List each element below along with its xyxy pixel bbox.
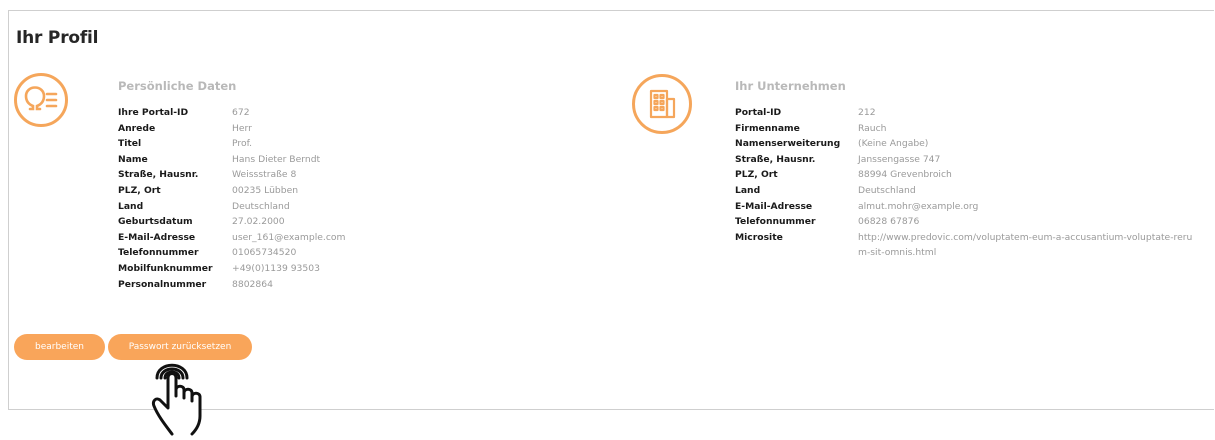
field-label: Name <box>118 153 148 165</box>
field-label: E-Mail-Adresse <box>735 200 813 212</box>
field-value: Herr <box>232 122 252 134</box>
field-value: 212 <box>858 107 876 118</box>
company-section-title: Ihr Unternehmen <box>735 79 846 93</box>
field-value: Rauch <box>858 122 887 134</box>
field-row: Straße, Hausnr. Janssengasse 747 <box>735 152 1198 168</box>
field-value: Weissstraße 8 <box>232 169 297 181</box>
field-row: Microsite http://www.predovic.com/volupta… <box>735 230 1198 261</box>
field-row: E-Mail-Adresse almut.mohr@example.org <box>735 199 1198 215</box>
field-row: PLZ, Ort 88994 Grevenbroich <box>735 167 1198 183</box>
field-row: Ihre Portal-ID 672 <box>118 105 345 121</box>
field-value: 8802864 <box>232 278 273 290</box>
field-value: Deutschland <box>232 200 290 212</box>
page-title: Ihr Profil <box>16 28 99 48</box>
personal-section-title: Persönliche Daten <box>118 79 237 93</box>
field-label: Portal-ID <box>735 107 782 118</box>
field-value: 27.02.2000 <box>232 216 285 228</box>
field-row: Straße, Hausnr. Weissstraße 8 <box>118 167 345 183</box>
field-value: 01065734520 <box>232 247 297 259</box>
field-label: PLZ, Ort <box>735 169 778 181</box>
field-label: Land <box>735 184 761 196</box>
field-label: E-Mail-Adresse <box>118 231 196 243</box>
field-label: Mobilfunknummer <box>118 262 213 274</box>
hand-pointer-icon <box>148 356 220 436</box>
field-value: 672 <box>232 107 250 118</box>
field-label: Microsite <box>735 231 783 243</box>
field-value: (Keine Angabe) <box>858 138 929 150</box>
field-value: almut.mohr@example.org <box>858 200 979 212</box>
field-label: Personalnummer <box>118 278 207 290</box>
field-label: Firmenname <box>735 122 800 134</box>
field-value: Deutschland <box>858 184 916 196</box>
field-value: 88994 Grevenbroich <box>858 169 952 181</box>
field-label: Telefonnummer <box>735 216 816 228</box>
field-row: Telefonnummer 06828 67876 <box>735 214 1198 230</box>
field-label: Land <box>118 200 144 212</box>
field-row: Titel Prof. <box>118 136 345 152</box>
field-label: Geburtsdatum <box>118 216 193 228</box>
field-row: E-Mail-Adresse user_161@example.com <box>118 230 345 246</box>
field-row: Telefonnummer 01065734520 <box>118 245 345 261</box>
field-value: 06828 67876 <box>858 216 920 228</box>
field-value: +49(0)1139 93503 <box>232 262 320 274</box>
field-label: Telefonnummer <box>118 247 199 259</box>
field-label: Ihre Portal-ID <box>118 107 189 118</box>
edit-button[interactable]: bearbeiten <box>14 334 105 360</box>
field-value: 00235 Lübben <box>232 184 299 196</box>
personal-data-list: Ihre Portal-ID 672 Anrede Herr Titel Prof. Nam… <box>118 105 345 292</box>
field-label: Straße, Hausnr. <box>118 169 199 181</box>
field-row: Anrede Herr <box>118 121 345 137</box>
field-row: Mobilfunknummer +49(0)1139 93503 <box>118 261 345 277</box>
field-value: Prof. <box>232 138 253 150</box>
field-row: Portal-ID 212 <box>735 105 1198 121</box>
field-label: Namenserweiterung <box>735 138 841 150</box>
field-row: Name Hans Dieter Berndt <box>118 152 345 168</box>
field-row: Geburtsdatum 27.02.2000 <box>118 214 345 230</box>
field-value: user_161@example.com <box>232 231 346 243</box>
field-row: Land Deutschland <box>735 183 1198 199</box>
field-label: Anrede <box>118 122 156 134</box>
field-row: PLZ, Ort 00235 Lübben <box>118 183 345 199</box>
field-value: Hans Dieter Berndt <box>232 153 321 165</box>
field-label: Titel <box>118 138 142 150</box>
field-row: Firmenname Rauch <box>735 121 1198 137</box>
field-label: Straße, Hausnr. <box>735 153 816 165</box>
building-icon <box>632 74 692 134</box>
field-value: Janssengasse 747 <box>858 153 941 165</box>
field-label: PLZ, Ort <box>118 184 161 196</box>
field-row: Personalnummer 8802864 <box>118 277 345 293</box>
field-row: Land Deutschland <box>118 199 345 215</box>
company-data-list: Portal-ID 212 Firmenname Rauch Namenserweite… <box>735 105 1198 261</box>
field-value: http://www.predovic.com/voluptatem-eum-a… <box>858 231 1193 259</box>
user-profile-icon <box>14 73 68 127</box>
field-row: Namenserweiterung (Keine Angabe) <box>735 136 1198 152</box>
